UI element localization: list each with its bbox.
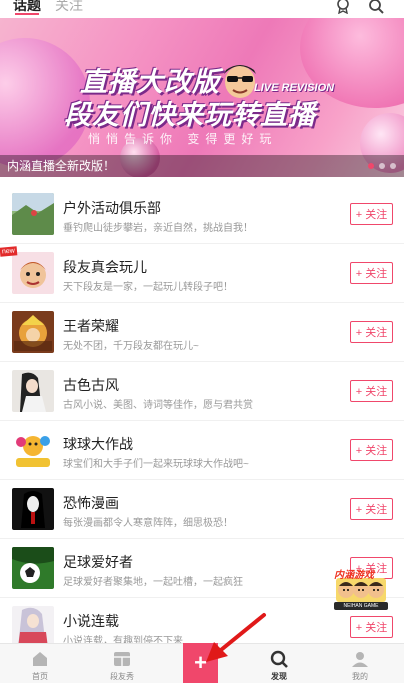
- topic-title: 小说连载: [63, 613, 119, 629]
- follow-button[interactable]: + 关注: [350, 380, 393, 402]
- topic-row[interactable]: new 段友真会玩儿 天下段友是一家，一起玩儿转段子吧！ + 关注: [0, 244, 404, 303]
- topic-desc: 天下段友是一家，一起玩儿转段子吧！: [63, 282, 233, 293]
- topic-title: 户外活动俱乐部: [63, 200, 161, 216]
- hot-badge-icon[interactable]: [335, 0, 351, 14]
- topic-title: 足球爱好者: [63, 554, 133, 570]
- nav-friends-label: 段友秀: [110, 672, 134, 681]
- app-root: 话题 关注 直播大改版 段友们快来玩转直播 LIVE REVISION 悄悄告诉…: [0, 0, 404, 683]
- game-hero-thumb: [12, 311, 54, 353]
- topic-title: 段友真会玩儿: [63, 259, 147, 275]
- game-badge-subtitle: NEIHAN GAME: [334, 602, 388, 610]
- topic-row[interactable]: 户外活动俱乐部 垂钓爬山徒步攀岩，亲近自然，挑战自我！ + 关注: [0, 185, 404, 244]
- nav-me[interactable]: 我的: [330, 644, 390, 683]
- nav-friends-show[interactable]: 段友秀: [92, 644, 152, 683]
- banner-slogan: 悄悄告诉你 变得更好玩: [88, 132, 278, 146]
- topic-row[interactable]: 古色古风 古风小说、美图、诗词等佳作，愿与君共赏 + 关注: [0, 362, 404, 421]
- follow-button[interactable]: + 关注: [350, 616, 393, 638]
- carousel-dot-active[interactable]: [368, 163, 374, 169]
- follow-button[interactable]: + 关注: [350, 203, 393, 225]
- topic-desc: 古风小说、美图、诗词等佳作，愿与君共赏: [63, 400, 253, 411]
- topic-desc: 垂钓爬山徒步攀岩，亲近自然，挑战自我！: [63, 223, 253, 234]
- horror-thumb: [12, 488, 54, 530]
- person-icon: [352, 652, 368, 667]
- carousel-dot[interactable]: [390, 163, 396, 169]
- tab-topics[interactable]: 话题: [13, 0, 41, 15]
- outdoor-thumb: [12, 193, 54, 235]
- grid-icon: [114, 652, 130, 666]
- football-thumb: [12, 547, 54, 589]
- search-icon[interactable]: [368, 0, 384, 14]
- follow-button[interactable]: + 关注: [350, 439, 393, 461]
- home-icon: [33, 652, 47, 666]
- follow-button[interactable]: + 关注: [350, 321, 393, 343]
- game-badge-title: 内涵游戏: [334, 570, 374, 581]
- topic-desc: 足球爱好者聚集地，一起吐槽，一起疯狂: [63, 577, 243, 588]
- banner-caption: 内涵直播全新改版！: [7, 159, 116, 173]
- balls-thumb: [12, 429, 54, 471]
- nav-home[interactable]: 首页: [10, 644, 70, 683]
- topic-title: 球球大作战: [63, 436, 133, 452]
- topic-title: 古色古风: [63, 377, 119, 393]
- topic-row[interactable]: 王者荣耀 无处不团，千万段友都在玩儿~ + 关注: [0, 303, 404, 362]
- banner-live-revision: LIVE REVISION: [254, 82, 335, 94]
- topic-desc: 每张漫画都令人寒意阵阵，细思极恐！: [63, 518, 233, 529]
- promo-banner[interactable]: 直播大改版 段友们快来玩转直播 LIVE REVISION 悄悄告诉你 变得更好…: [0, 18, 404, 177]
- top-tab-bar: 话题 关注: [0, 0, 404, 18]
- cartoon-thumb: [12, 252, 54, 294]
- red-arrow-icon: [206, 613, 266, 662]
- neihan-game-badge[interactable]: 内涵游戏 NEIHAN GAME: [332, 566, 390, 612]
- topic-title: 王者荣耀: [63, 318, 119, 334]
- nav-me-label: 我的: [352, 672, 368, 681]
- new-badge: new: [0, 246, 18, 257]
- game-faces-icon: [336, 578, 386, 602]
- nav-discover-label: 发现: [271, 672, 287, 681]
- topic-desc: 无处不团，千万段友都在玩儿~: [63, 341, 199, 352]
- carousel-dots: [368, 163, 396, 169]
- topic-row[interactable]: 恐怖漫画 每张漫画都令人寒意阵阵，细思极恐！ + 关注: [0, 480, 404, 539]
- follow-button[interactable]: + 关注: [350, 262, 393, 284]
- discover-search-icon: [270, 650, 288, 668]
- carousel-dot[interactable]: [379, 163, 385, 169]
- topic-title: 恐怖漫画: [63, 495, 119, 511]
- follow-button[interactable]: + 关注: [350, 498, 393, 520]
- ancient-style-thumb: [12, 370, 54, 412]
- banner-subheadline: 段友们快来玩转直播: [64, 100, 316, 130]
- tab-follow[interactable]: 关注: [55, 0, 83, 14]
- topic-row[interactable]: 球球大作战 球宝们和大手子们一起来玩球球大作战吧~ + 关注: [0, 421, 404, 480]
- topic-desc: 球宝们和大手子们一起来玩球球大作战吧~: [63, 459, 249, 470]
- nav-home-label: 首页: [32, 672, 48, 681]
- novel-thumb: [12, 606, 54, 648]
